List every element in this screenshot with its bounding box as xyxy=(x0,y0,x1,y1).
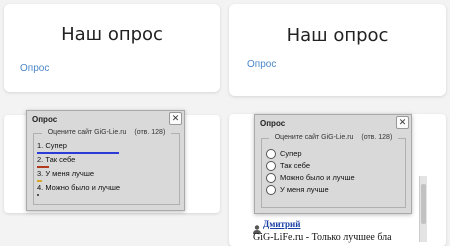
poll-results-dialog: Опрос ✕ Оцените сайт GiG-Lie.ru (отв. 12… xyxy=(26,110,185,211)
poll-vote-count: (отв. 128) xyxy=(358,134,396,141)
radio-button[interactable] xyxy=(266,173,276,183)
option-label: У меня лучше xyxy=(280,185,329,194)
result-label: 1. Супер xyxy=(37,141,67,150)
result-label: 2. Так себе xyxy=(37,155,76,164)
poll-vote-count: (отв. 128) xyxy=(131,129,169,136)
poll-fieldset: Оцените сайт GiG-Lie.ru (отв. 128) 1. Су… xyxy=(33,129,180,205)
radio-button[interactable] xyxy=(266,149,276,159)
comment-text: GiG-LiFe.ru - Только лучшее бла xyxy=(253,232,392,243)
poll-card-left: Наш опрос Опрос xyxy=(4,4,220,92)
poll-question: Оцените сайт GiG-Lie.ru (отв. 128) xyxy=(262,134,405,141)
dialog-title: Опрос xyxy=(260,119,286,128)
result-label: 3. У меня лучше xyxy=(37,169,95,178)
comment-author[interactable]: Дмитрий xyxy=(263,219,300,229)
radio-button[interactable] xyxy=(266,185,276,195)
poll-link[interactable]: Опрос xyxy=(247,59,276,70)
dialog-title: Опрос xyxy=(32,115,58,124)
card-title: Наш опрос xyxy=(61,24,163,45)
option-label: Можно было и лучше xyxy=(280,173,355,182)
radio-button[interactable] xyxy=(266,161,276,171)
poll-fieldset: Оцените сайт GiG-Lie.ru (отв. 128) Супер… xyxy=(261,134,406,208)
option-label: Так себе xyxy=(280,161,310,170)
user-icon xyxy=(253,221,261,234)
result-bar xyxy=(37,180,42,182)
close-icon[interactable]: ✕ xyxy=(169,112,182,125)
result-bar xyxy=(37,152,119,154)
result-bar xyxy=(37,194,39,196)
close-icon[interactable]: ✕ xyxy=(396,116,409,129)
option-label: Супер xyxy=(280,149,302,158)
poll-question-text: Оцените сайт GiG-Lie.ru xyxy=(44,129,130,136)
scroll-thumb[interactable] xyxy=(421,184,426,224)
result-bar xyxy=(37,166,49,168)
result-label: 4. Можно было и лучше xyxy=(37,183,121,192)
poll-question: Оцените сайт GiG-Lie.ru (отв. 128) xyxy=(34,129,179,136)
scrollbar[interactable] xyxy=(419,176,427,242)
poll-card-right: Наш опрос Опрос xyxy=(229,4,446,96)
poll-vote-dialog: Опрос ✕ Оцените сайт GiG-Lie.ru (отв. 12… xyxy=(254,114,412,214)
card-title: Наш опрос xyxy=(286,25,389,46)
poll-link[interactable]: Опрос xyxy=(20,63,49,74)
poll-question-text: Оцените сайт GiG-Lie.ru xyxy=(271,134,357,141)
